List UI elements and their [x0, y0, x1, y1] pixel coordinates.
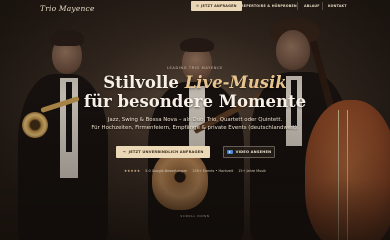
hero-subtitle-line1: Jazz, Swing & Bossa Nova – als Duo, Trio…	[107, 117, 283, 123]
logo[interactable]: Trio Mayence	[40, 4, 95, 13]
hero-subtitle-line2: Für Hochzeiten, Firmenfeiern, Empfänge &…	[91, 124, 299, 131]
mail-icon: ✉	[196, 4, 200, 8]
hero-title-prefix: Stilvolle	[103, 73, 185, 92]
nav-link-ablauf[interactable]: ABLAUF	[304, 4, 320, 8]
scroll-hint[interactable]: SCROLL DOWN	[0, 214, 390, 218]
hero-title-line2: für besondere Momente	[83, 92, 307, 111]
nav-link-repertoire[interactable]: REPERTOIRE & HÖRPROBEN	[241, 4, 297, 8]
request-button[interactable]: → JETZT UNVERBINDLICH ANFRAGEN	[116, 146, 210, 158]
hero-title-accent: Live-Musik	[184, 73, 287, 92]
hero-kicker: LEADING TRIO MAYENCE	[166, 66, 224, 70]
nav-divider	[297, 2, 298, 10]
request-button-label: JETZT UNVERBINDLICH ANFRAGEN	[128, 150, 204, 154]
nav-request-button[interactable]: ✉ JETZT ANFRAGEN	[191, 1, 242, 11]
trust-stats: ★★★★★ 5.0 Google-Bewertungen 250+ Events…	[0, 169, 390, 173]
arrow-right-icon: →	[122, 150, 126, 154]
rating-stars-icon: ★★★★★	[124, 169, 141, 173]
nav-link-kontakt[interactable]: KONTAKT	[328, 4, 347, 8]
video-button-label: VIDEO ANSEHEN	[235, 150, 272, 154]
top-navigation: Trio Mayence ✉ JETZT ANFRAGEN REPERTOIRE…	[0, 0, 390, 14]
events-stat: 250+ Events • Hochzeit	[192, 169, 234, 173]
video-play-icon	[226, 150, 233, 154]
nav-request-label: JETZT ANFRAGEN	[201, 4, 237, 8]
video-button[interactable]: VIDEO ANSEHEN	[223, 146, 275, 158]
hero-title-line1: Stilvolle Live-Musik	[0, 74, 390, 92]
nav-divider	[322, 2, 323, 10]
rating-text: 5.0 Google-Bewertungen	[145, 169, 188, 173]
years-stat: 15+ Jahre Musik	[238, 169, 266, 173]
